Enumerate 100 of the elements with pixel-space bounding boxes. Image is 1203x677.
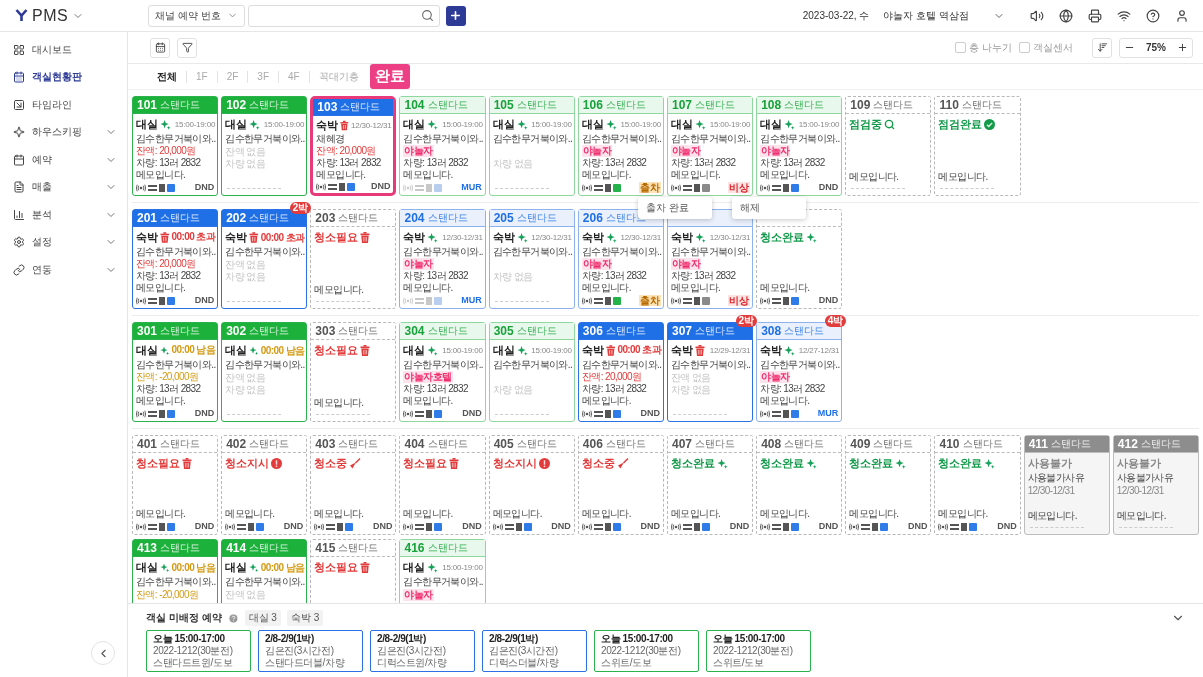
reservation-card[interactable]: 2/8-2/9(1박) 김은진(3시간전) 디럭스트윈/차량 xyxy=(370,630,475,672)
trash-icon xyxy=(160,231,170,243)
context-menu-item[interactable]: 출차 완료 xyxy=(637,197,712,219)
room-card[interactable]: 410 스탠다드 청소완료 메모입니다. DND xyxy=(934,435,1021,535)
guest-text: 김수한무거북이와.. xyxy=(671,359,751,372)
memo-text: 메모입니다. xyxy=(136,282,186,295)
sort-button[interactable] xyxy=(1092,37,1112,58)
time-text: 12/29-12/31 xyxy=(709,346,751,355)
sidebar-item[interactable]: 분석 xyxy=(0,201,127,229)
flag-label: DND xyxy=(193,408,216,420)
room-number: 102 xyxy=(226,98,247,112)
checkbox[interactable] xyxy=(1019,42,1030,53)
reservation-card[interactable]: 오늘 15:00-17:00 2022-1212(30분전) 스위트/도보 xyxy=(706,630,811,672)
room-card[interactable]: 411 스탠다드 사용불가 사용불가사유 12/30-12/31 메모입니다. xyxy=(1023,435,1110,535)
room-card[interactable]: 409 스탠다드 청소완료 메모입니다. DND xyxy=(845,435,932,535)
link-icon xyxy=(13,263,25,276)
time-text: 12/27-12/31 xyxy=(798,345,840,355)
sidebar-item[interactable]: 객실현황판 xyxy=(0,63,127,91)
context-menu-item[interactable]: 해제 xyxy=(732,197,807,219)
reservation-text: 김은진(3시간전) xyxy=(377,645,447,657)
count-chip[interactable]: 숙박 3 xyxy=(286,610,324,626)
room-card[interactable]: 416 스탠다드 대실 15:00-19:00 김수한무거북이와.. 야놀자 xyxy=(399,539,486,603)
checkbox[interactable] xyxy=(955,42,967,53)
guest-text: 김수한무거북이와.. xyxy=(581,358,662,371)
reservation-card[interactable]: 2/8-2/9(1박) 김은진(3시간전) 디럭스더블/차량 xyxy=(482,630,587,672)
sidebar-item[interactable]: 설정 xyxy=(0,228,127,256)
time-text: 12/30-12/31 xyxy=(350,121,392,130)
room-type: 스탠다드 xyxy=(695,98,735,112)
floor-tab[interactable]: 전체 xyxy=(148,70,187,83)
car-text: 차량: 13러 2832 xyxy=(403,270,468,283)
app-title: PMS xyxy=(32,6,69,25)
sidebar-item[interactable]: 예약 xyxy=(0,146,127,174)
room-card[interactable]: 415 스탠다드 청소필요 xyxy=(310,539,397,603)
collapse-button[interactable] xyxy=(91,641,115,665)
room-card[interactable]: 108 스탠다드 대실 15:00-19:00 김수한무거북이와.. 야놀자 차량: 13러 2832 메모입니다. DND xyxy=(756,96,843,196)
room-card[interactable]: 413 스탠다드 대실 00:00 남음 김수한무거북이와.. 잔액: -20,000원 xyxy=(132,539,219,603)
room-number: 103 xyxy=(317,100,338,114)
room-status: 청소필요 xyxy=(136,455,180,471)
room-number: 306 xyxy=(582,324,603,338)
search-icon[interactable] xyxy=(420,9,434,22)
room-card[interactable]: 203 스탠다드 청소필요 메모입니다. xyxy=(310,209,397,309)
search-type-select[interactable]: 채널 예약 번호 xyxy=(148,4,245,27)
room-card[interactable]: 306 스탠다드 숙박 00:00 초과 김수한무거북이와.. 잔액: 20,000원 차량: 13러 2832 메모입니다. DND xyxy=(577,322,664,422)
room-status: 대실 xyxy=(581,116,604,132)
memo-text: 메모입니다. xyxy=(314,283,364,296)
property-select[interactable]: 야놀자 호텔 역삼점 xyxy=(883,8,1005,23)
room-type: 스탠다드 xyxy=(605,98,646,112)
room-status: 숙박 xyxy=(671,229,693,245)
room-card[interactable]: 106 스탠다드 대실 15:00-19:00 김수한무거북이와.. 야놀자 차량: 13러 2832 메모입니다. 출차 xyxy=(577,96,664,196)
trash-icon xyxy=(340,120,349,131)
room-number: 401 xyxy=(137,437,158,451)
reservation-card[interactable]: 오늘 15:00-17:00 2022-1212(30분전) 스탠다드트윈/도보 xyxy=(146,630,251,672)
reservation-text: 스탠다드트윈/도보 xyxy=(153,657,234,669)
memo-text: 메모입니다. xyxy=(492,508,542,521)
room-card[interactable]: 408 스탠다드 청소완료 메모입니다. DND xyxy=(756,435,843,535)
room-card[interactable]: 109 스탠다드 점검중 메모입니다. xyxy=(845,96,932,196)
sidebar-item[interactable]: 하우스키핑 xyxy=(0,118,127,146)
room-card[interactable]: 407 스탠다드 청소완료 메모입니다. DND xyxy=(667,435,754,535)
room-card[interactable]: 304 스탠다드 대실 15:00-19:00 김수한무거북이와.. 야놀자호텔 차량: 13러 2832 메모입니다. DND xyxy=(399,322,486,422)
room-card[interactable]: 204 스탠다드 숙박 12/30-12/31 김수한무거북이와.. 야놀자 차량: 13러 2832 메모입니다. MUR xyxy=(399,209,486,309)
add-button[interactable] xyxy=(445,5,466,26)
sidebar-item[interactable]: 매출 xyxy=(0,173,127,201)
count-chip[interactable]: 대실 3 xyxy=(244,610,281,626)
placeholder-line xyxy=(316,301,371,302)
memo-text: 메모입니다. xyxy=(671,282,721,295)
room-card[interactable]: 201 스탠다드 숙박 00:00 초과 김수한무거북이와.. 잔액: 20,000원 차량: 13러 2832 메모입니다. DND xyxy=(132,209,219,309)
room-card[interactable]: 402 스탠다드 청소지시 메모입니다. DND xyxy=(221,435,308,535)
room-card[interactable]: 401 스탠다드 청소필요 메모입니다. DND xyxy=(132,435,219,535)
sidebar-item[interactable]: 타임라인 xyxy=(0,91,127,119)
channel-tag: 야놀자호텔 xyxy=(403,370,453,383)
car-text: 차량: 13러 2832 xyxy=(403,157,468,170)
room-card[interactable]: 303 스탠다드 청소필요 메모입니다. xyxy=(310,322,397,422)
calendar-button[interactable] xyxy=(150,37,170,58)
room-type: 스탠다드 xyxy=(160,541,201,555)
room-card[interactable]: 110 스탠다드 점검완료 메모입니다. xyxy=(934,96,1021,196)
room-status: 청소필요 xyxy=(314,343,359,358)
room-card[interactable]: 406 스탠다드 청소중 메모입니다. DND xyxy=(577,435,664,535)
room-card[interactable]: 101 스탠다드 대실 15:00-19:00 김수한무거북이와.. 잔액: 20,000원 차량: 13러 2832 메모입니다. DND xyxy=(132,96,219,196)
room-card[interactable]: 404 스탠다드 청소필요 메모입니다. DND xyxy=(399,435,486,535)
guest-text: 김수한무거북이와.. xyxy=(403,132,484,145)
car-text: 차량: 13러 2832 xyxy=(671,270,736,283)
room-card[interactable]: 107 스탠다드 대실 15:00-19:00 김수한무거북이와.. 야놀자 차량: 13러 2832 메모입니다. 비상 xyxy=(667,96,754,196)
zoom-in-button[interactable] xyxy=(1177,42,1188,53)
guest-text: 김수한무거북이와.. xyxy=(403,576,484,589)
room-card[interactable]: 104 스탠다드 대실 15:00-19:00 김수한무거북이와.. 야놀자 차량: 13러 2832 메모입니다. MUR xyxy=(399,96,486,196)
room-card[interactable]: 412 스탠다드 사용불가 사용불가사유 12/30-12/31 메모입니다. xyxy=(1112,435,1199,535)
calendar-icon xyxy=(13,71,25,84)
room-card[interactable]: 103 스탠다드 숙박 12/30-12/31 채혜경 잔액: 20,000원 차량: 13러 2832 메모입니다. DND xyxy=(310,96,397,196)
reservation-card[interactable]: 2/8-2/9(1박) 김은진(3시간전) 스탠다드더블/차량 xyxy=(258,630,363,672)
search-field[interactable] xyxy=(247,4,440,27)
room-number: 414 xyxy=(226,541,247,555)
reservation-card[interactable]: 오늘 15:00-17:00 2022-1212(30분전) 스위트/도보 xyxy=(594,630,699,672)
reservation-text: 디럭스더블/차량 xyxy=(489,657,560,669)
filter-button[interactable] xyxy=(177,37,197,58)
sidebar-item[interactable]: 연동 xyxy=(0,256,127,284)
room-card[interactable]: 301 스탠다드 대실 00:00 남음 김수한무거북이와.. 잔액: -20,000원 차량: 13러 2832 메모입니다. DND xyxy=(132,322,219,422)
room-card[interactable]: 405 스탠다드 청소지시 메모입니다. DND xyxy=(488,435,575,535)
sidebar-item[interactable]: 대시보드 xyxy=(0,36,127,64)
guest-text: 김수한무거북이와.. xyxy=(225,576,305,589)
room-card[interactable]: 403 스탠다드 청소중 메모입니다. DND xyxy=(310,435,397,535)
